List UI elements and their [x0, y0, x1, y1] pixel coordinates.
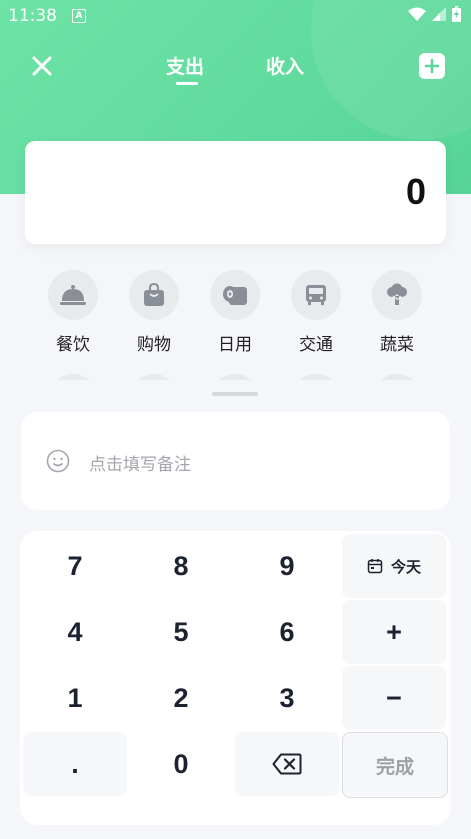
plus-icon	[424, 58, 440, 74]
category-label: 餐饮	[56, 335, 90, 355]
tab-expense[interactable]: 支出	[166, 52, 204, 79]
category-shopping[interactable]: 购物	[119, 270, 189, 355]
notification-icon: A	[72, 9, 86, 23]
category-transport[interactable]: 交通	[281, 270, 351, 355]
bus-icon	[306, 285, 326, 305]
key-1[interactable]: 1	[23, 666, 127, 730]
key-4[interactable]: 4	[23, 600, 127, 664]
status-bar: 11:38 A	[0, 0, 471, 34]
key-0[interactable]: 0	[129, 732, 233, 796]
signal-icon	[432, 7, 446, 21]
active-tab-indicator	[176, 82, 198, 85]
category-label: 购物	[137, 335, 171, 355]
dining-cloche-icon	[60, 285, 86, 305]
minus-key[interactable]: −	[342, 666, 446, 730]
sheet-drag-handle[interactable]	[212, 392, 258, 396]
add-category-button[interactable]	[419, 53, 445, 79]
smile-icon	[46, 449, 70, 473]
category-label: 蔬菜	[380, 335, 414, 355]
toilet-roll-icon	[223, 286, 247, 305]
note-placeholder: 点击填写备注	[89, 455, 191, 475]
key-5[interactable]: 5	[129, 600, 233, 664]
done-button[interactable]: 完成	[342, 732, 448, 798]
category-label: 日用	[218, 335, 252, 355]
key-2[interactable]: 2	[129, 666, 233, 730]
shopping-bag-icon	[144, 283, 164, 306]
category-daily[interactable]: 日用	[200, 270, 270, 355]
category-icon-circle	[129, 270, 179, 320]
amount-value: 0	[405, 171, 426, 212]
category-icon-circle	[291, 270, 341, 320]
category-icon-circle	[210, 270, 260, 320]
category-icon-circle	[48, 270, 98, 320]
tab-income[interactable]: 收入	[266, 52, 304, 79]
amount-display: 0	[25, 141, 446, 244]
key-3[interactable]: 3	[235, 666, 339, 730]
wifi-icon	[408, 7, 426, 21]
calendar-icon	[367, 559, 383, 574]
category-grid: 餐饮 购物 日用 交通 蔬菜	[0, 270, 471, 370]
date-button[interactable]: 今天	[342, 534, 446, 598]
close-icon[interactable]	[28, 52, 56, 80]
note-field[interactable]: 点击填写备注	[21, 412, 450, 510]
key-9[interactable]: 9	[235, 534, 339, 598]
decimal-key[interactable]: .	[23, 732, 127, 796]
backspace-key[interactable]	[235, 732, 339, 796]
key-6[interactable]: 6	[235, 600, 339, 664]
battery-icon	[452, 6, 461, 22]
key-7[interactable]: 7	[23, 534, 127, 598]
key-8[interactable]: 8	[129, 534, 233, 598]
category-icon-circle	[372, 270, 422, 320]
status-time: 11:38	[8, 6, 57, 26]
plus-key[interactable]: +	[342, 600, 446, 664]
category-vegetables[interactable]: 蔬菜	[362, 270, 432, 355]
backspace-icon	[272, 753, 302, 775]
category-label: 交通	[299, 335, 333, 355]
status-icons	[408, 6, 461, 22]
category-dining[interactable]: 餐饮	[38, 270, 108, 355]
broccoli-icon	[387, 283, 407, 305]
keypad: 7 8 9 今天 4 5 6 + 1 2 3 − . 0 完成	[20, 531, 451, 825]
date-label: 今天	[390, 557, 421, 576]
